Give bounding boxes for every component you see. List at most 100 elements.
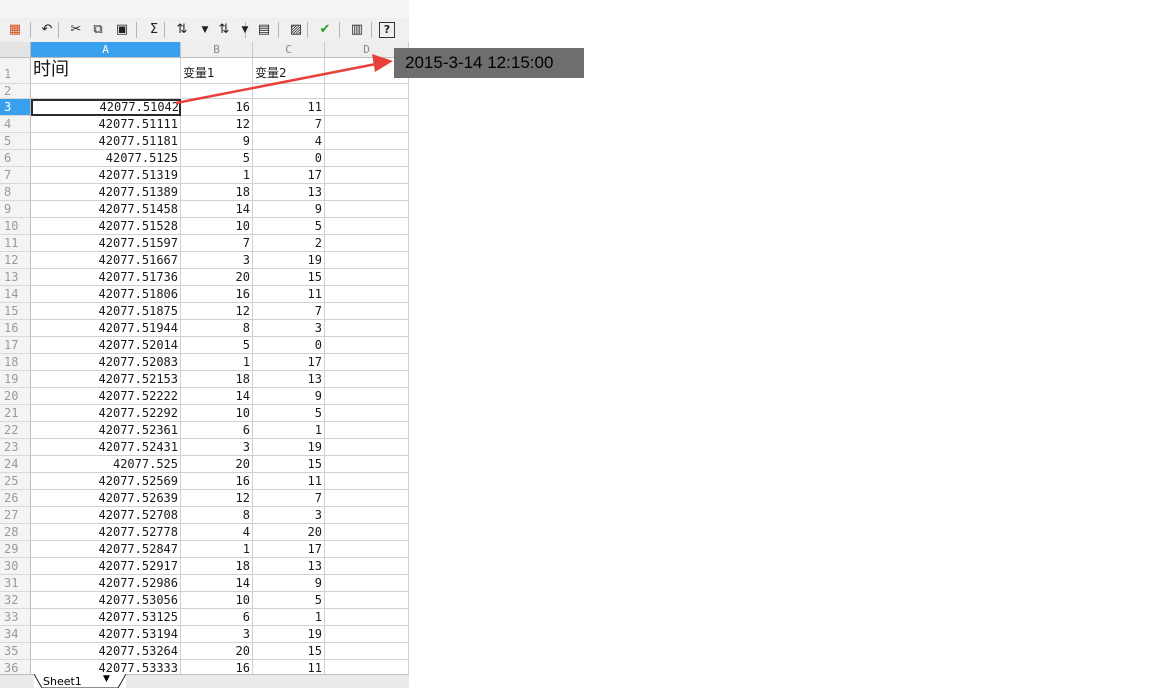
cell-a[interactable] bbox=[31, 84, 181, 99]
cell-b[interactable]: 10 bbox=[181, 592, 253, 609]
row-header[interactable]: 25 bbox=[0, 473, 31, 490]
cell-c[interactable]: 19 bbox=[253, 626, 325, 643]
row-header[interactable]: 17 bbox=[0, 337, 31, 354]
cell-a[interactable]: 42077.52639 bbox=[31, 490, 181, 507]
row-header[interactable]: 30 bbox=[0, 558, 31, 575]
cell-c[interactable]: 17 bbox=[253, 167, 325, 184]
cell-b[interactable]: 18 bbox=[181, 558, 253, 575]
cell-d[interactable] bbox=[325, 218, 409, 235]
cell-d[interactable] bbox=[325, 456, 409, 473]
cell-b[interactable]: 5 bbox=[181, 337, 253, 354]
cell-c[interactable]: 19 bbox=[253, 439, 325, 456]
cell-b[interactable]: 12 bbox=[181, 490, 253, 507]
undo-icon[interactable]: ↶ bbox=[37, 20, 57, 40]
cell-b[interactable]: 6 bbox=[181, 609, 253, 626]
row-header[interactable]: 36 bbox=[0, 660, 31, 674]
cut-icon[interactable]: ✂ bbox=[66, 20, 86, 40]
cell-b[interactable]: 18 bbox=[181, 371, 253, 388]
cell-b[interactable]: 10 bbox=[181, 405, 253, 422]
cell-a[interactable]: 42077.51042 bbox=[31, 99, 181, 116]
print-preview-icon[interactable]: ▥ bbox=[347, 20, 367, 40]
cell-b[interactable]: 16 bbox=[181, 286, 253, 303]
cell-d[interactable] bbox=[325, 405, 409, 422]
cell-c[interactable]: 0 bbox=[253, 337, 325, 354]
cell-c[interactable]: 9 bbox=[253, 388, 325, 405]
spell-check-icon[interactable]: ✔ bbox=[315, 20, 335, 40]
cell-d[interactable] bbox=[325, 439, 409, 456]
row-header[interactable]: 13 bbox=[0, 269, 31, 286]
cell-a[interactable]: 42077.51111 bbox=[31, 116, 181, 133]
row-header[interactable]: 33 bbox=[0, 609, 31, 626]
help-icon[interactable]: ? bbox=[379, 22, 395, 38]
cell-a[interactable]: 42077.52292 bbox=[31, 405, 181, 422]
cell-c[interactable]: 3 bbox=[253, 507, 325, 524]
cell-c[interactable]: 13 bbox=[253, 184, 325, 201]
cell-d[interactable] bbox=[325, 422, 409, 439]
cell-d[interactable] bbox=[325, 609, 409, 626]
row-header[interactable]: 22 bbox=[0, 422, 31, 439]
cell-c[interactable]: 4 bbox=[253, 133, 325, 150]
cell-d[interactable] bbox=[325, 167, 409, 184]
worksheet-grid[interactable]: ABCD 1 时间 变量1 变量2 2 3 42077.51042 16 11 4 42077.51… bbox=[0, 42, 409, 674]
cell-b[interactable]: 20 bbox=[181, 643, 253, 660]
cell-c[interactable]: 1 bbox=[253, 609, 325, 626]
column-header-c[interactable]: C bbox=[253, 42, 325, 58]
cell-d[interactable] bbox=[325, 320, 409, 337]
cell-a[interactable]: 42077.5125 bbox=[31, 150, 181, 167]
column-header-a[interactable]: A bbox=[31, 42, 181, 58]
cell-c[interactable]: 17 bbox=[253, 354, 325, 371]
column-header-b[interactable]: B bbox=[181, 42, 253, 58]
cell-d[interactable] bbox=[325, 388, 409, 405]
cell-d[interactable] bbox=[325, 473, 409, 490]
cell-a[interactable]: 42077.53194 bbox=[31, 626, 181, 643]
cell-c[interactable] bbox=[253, 84, 325, 99]
row-header[interactable]: 6 bbox=[0, 150, 31, 167]
cell-b[interactable]: 5 bbox=[181, 150, 253, 167]
cell-c[interactable]: 变量2 bbox=[253, 58, 325, 84]
cell-a[interactable]: 42077.52847 bbox=[31, 541, 181, 558]
cell-a[interactable]: 时间 bbox=[31, 58, 181, 84]
cell-c[interactable]: 9 bbox=[253, 201, 325, 218]
cell-a[interactable]: 42077.51667 bbox=[31, 252, 181, 269]
cell-c[interactable]: 0 bbox=[253, 150, 325, 167]
cell-b[interactable]: 16 bbox=[181, 473, 253, 490]
cell-c[interactable]: 5 bbox=[253, 592, 325, 609]
cell-d[interactable] bbox=[325, 150, 409, 167]
cell-a[interactable]: 42077.52222 bbox=[31, 388, 181, 405]
row-header[interactable]: 26 bbox=[0, 490, 31, 507]
cell-a[interactable]: 42077.51458 bbox=[31, 201, 181, 218]
sort-ascending-dropdown-icon[interactable]: ▼ bbox=[200, 20, 210, 40]
cell-d[interactable] bbox=[325, 133, 409, 150]
cell-d[interactable] bbox=[325, 235, 409, 252]
cell-d[interactable] bbox=[325, 201, 409, 218]
cell-a[interactable]: 42077.51181 bbox=[31, 133, 181, 150]
cell-c[interactable]: 7 bbox=[253, 490, 325, 507]
cell-c[interactable]: 13 bbox=[253, 371, 325, 388]
cell-d[interactable] bbox=[325, 371, 409, 388]
row-header[interactable]: 4 bbox=[0, 116, 31, 133]
cell-a[interactable]: 42077.52569 bbox=[31, 473, 181, 490]
cell-d[interactable] bbox=[325, 643, 409, 660]
cell-a[interactable]: 42077.51944 bbox=[31, 320, 181, 337]
select-all-corner[interactable] bbox=[0, 42, 31, 58]
cell-a[interactable]: 42077.52431 bbox=[31, 439, 181, 456]
sort-ascending-icon[interactable]: ⇅ bbox=[172, 20, 192, 40]
cell-b[interactable]: 3 bbox=[181, 439, 253, 456]
cell-b[interactable]: 12 bbox=[181, 303, 253, 320]
row-header[interactable]: 34 bbox=[0, 626, 31, 643]
cell-d[interactable] bbox=[325, 490, 409, 507]
cell-c[interactable]: 17 bbox=[253, 541, 325, 558]
cell-a[interactable]: 42077.525 bbox=[31, 456, 181, 473]
cell-d[interactable] bbox=[325, 84, 409, 99]
cell-b[interactable]: 3 bbox=[181, 252, 253, 269]
cell-b[interactable]: 7 bbox=[181, 235, 253, 252]
cell-b[interactable]: 16 bbox=[181, 99, 253, 116]
cell-b[interactable]: 6 bbox=[181, 422, 253, 439]
cell-c[interactable]: 2 bbox=[253, 235, 325, 252]
cell-c[interactable]: 1 bbox=[253, 422, 325, 439]
cell-a[interactable]: 42077.53333 bbox=[31, 660, 181, 674]
row-header[interactable]: 28 bbox=[0, 524, 31, 541]
cell-a[interactable]: 42077.52083 bbox=[31, 354, 181, 371]
cell-b[interactable]: 1 bbox=[181, 541, 253, 558]
cell-b[interactable]: 变量1 bbox=[181, 58, 253, 84]
